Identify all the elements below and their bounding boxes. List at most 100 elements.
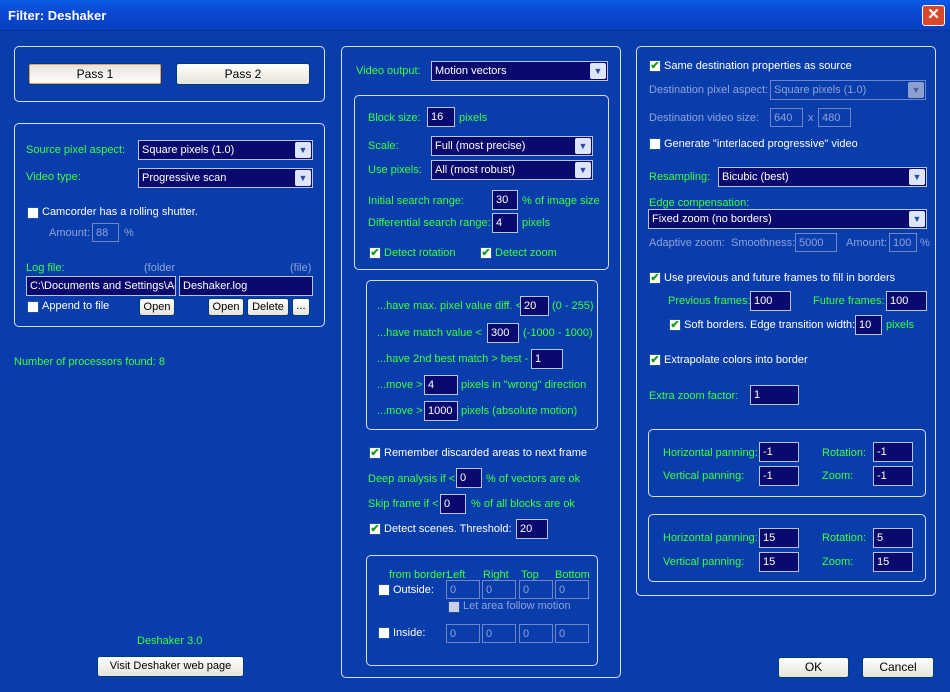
second-best-label: ...have 2nd best match > best - — [377, 353, 529, 365]
detect-scenes-checkbox[interactable]: ✔ — [369, 523, 381, 535]
max-pixel-input[interactable]: 20 — [520, 296, 549, 316]
detect-scenes-label: Detect scenes. Threshold: — [384, 523, 512, 535]
video-output-select[interactable]: Motion vectors ▼ — [431, 61, 608, 81]
source-pixel-aspect-select[interactable]: Square pixels (1.0) ▼ — [138, 140, 313, 160]
skip-prefix: Skip frame if < — [368, 498, 439, 510]
same-dest-label: Same destination properties as source — [664, 60, 852, 72]
edge-comp-select[interactable]: Fixed zoom (no borders) ▼ — [648, 209, 927, 229]
pass2-button[interactable]: Pass 2 — [176, 63, 310, 85]
log-folder-input[interactable]: C:\Documents and Settings\Ad — [26, 276, 176, 296]
version-text: Deshaker 3.0 — [137, 635, 203, 647]
v-pan-input-2[interactable]: 15 — [759, 552, 799, 572]
second-best-input[interactable]: 1 — [531, 349, 563, 369]
resampling-label: Resampling: — [649, 171, 711, 183]
move-wrong-input[interactable]: 4 — [424, 375, 458, 395]
remember-label: Remember discarded areas to next frame — [384, 447, 587, 459]
extra-zoom-label: Extra zoom factor: — [649, 390, 739, 402]
h-pan-input-1[interactable]: -1 — [759, 442, 799, 462]
block-size-input[interactable]: 16 — [427, 107, 455, 127]
resampling-select[interactable]: Bicubic (best) ▼ — [718, 167, 927, 187]
interlaced-checkbox[interactable] — [649, 138, 661, 150]
soft-borders-label: Soft borders. Edge transition width: — [684, 319, 856, 331]
v-pan-input-1[interactable]: -1 — [759, 466, 799, 486]
deep-input[interactable]: 0 — [456, 468, 482, 488]
dest-width-input[interactable]: 640 — [770, 108, 803, 127]
ok-button[interactable]: OK — [778, 657, 849, 678]
max-pixel-label: ...have max. pixel value diff. < — [377, 300, 523, 312]
use-pixels-select[interactable]: All (most robust) ▼ — [431, 160, 593, 180]
rotation-input-1[interactable]: -1 — [873, 442, 913, 462]
smoothness-input[interactable]: 5000 — [795, 233, 837, 252]
chevron-down-icon: ▼ — [909, 211, 925, 227]
smoothness-label: Smoothness: — [731, 237, 796, 249]
edge-comp-label: Edge compensation: — [649, 197, 750, 209]
outside-right-input[interactable]: 0 — [482, 580, 516, 599]
detect-rotation-checkbox[interactable]: ✔ — [369, 247, 381, 259]
cancel-button[interactable]: Cancel — [862, 657, 934, 678]
extrapolate-label: Extrapolate colors into border — [664, 354, 808, 366]
close-button[interactable]: ✕ — [922, 5, 945, 26]
detect-scenes-input[interactable]: 20 — [516, 519, 548, 539]
zoom-input-2[interactable]: 15 — [873, 552, 913, 572]
diff-search-input[interactable]: 4 — [492, 213, 518, 233]
let-follow-checkbox[interactable] — [448, 601, 460, 613]
visit-web-button[interactable]: Visit Deshaker web page — [97, 656, 244, 677]
scale-select[interactable]: Full (most precise) ▼ — [431, 136, 593, 156]
dest-height-input[interactable]: 480 — [818, 108, 851, 127]
let-follow-label: Let area follow motion — [463, 600, 571, 612]
inside-top-input[interactable]: 0 — [519, 624, 553, 643]
open-folder-button[interactable]: Open — [139, 298, 175, 316]
video-type-select[interactable]: Progressive scan ▼ — [138, 168, 313, 188]
outside-bottom-input[interactable]: 0 — [555, 580, 589, 599]
soft-borders-input[interactable]: 10 — [855, 315, 882, 335]
chevron-down-icon: ▼ — [590, 63, 606, 79]
outside-checkbox[interactable] — [378, 584, 390, 596]
adaptive-amount-unit: % — [920, 237, 930, 249]
previous-frames-label: Previous frames: — [668, 295, 751, 307]
zoom-input-1[interactable]: -1 — [873, 466, 913, 486]
h-pan-input-2[interactable]: 15 — [759, 528, 799, 548]
scale-value: Full (most precise) — [435, 140, 526, 152]
pass1-button[interactable]: Pass 1 — [28, 63, 162, 85]
smoothing-group-1 — [648, 429, 926, 497]
initial-search-input[interactable]: 30 — [492, 190, 518, 210]
same-dest-checkbox[interactable]: ✔ — [649, 60, 661, 72]
previous-frames-input[interactable]: 100 — [750, 291, 791, 311]
use-prev-future-checkbox[interactable]: ✔ — [649, 272, 661, 284]
soft-borders-checkbox[interactable]: ✔ — [669, 319, 681, 331]
from-border-label: from border: — [389, 569, 449, 581]
delete-button[interactable]: Delete — [247, 298, 289, 316]
browse-button[interactable]: ... — [292, 298, 310, 316]
future-frames-input[interactable]: 100 — [886, 291, 927, 311]
rotation-input-2[interactable]: 5 — [873, 528, 913, 548]
inside-bottom-input[interactable]: 0 — [555, 624, 589, 643]
remember-checkbox[interactable]: ✔ — [369, 447, 381, 459]
move-abs-input[interactable]: 1000 — [424, 401, 458, 421]
match-range: (-1000 - 1000) — [523, 327, 593, 339]
dest-aspect-select[interactable]: Square pixels (1.0) ▼ — [770, 80, 926, 100]
outside-top-input[interactable]: 0 — [519, 580, 553, 599]
extra-zoom-input[interactable]: 1 — [750, 385, 799, 405]
rolling-shutter-checkbox[interactable] — [27, 207, 39, 219]
v-pan-label-2: Vertical panning: — [663, 556, 745, 568]
match-label: ...have match value < — [377, 327, 482, 339]
amount-input[interactable]: 88 — [92, 223, 119, 242]
inside-checkbox[interactable] — [378, 627, 390, 639]
adaptive-amount-input[interactable]: 100 — [889, 233, 917, 252]
inside-label: Inside: — [393, 627, 426, 639]
edge-comp-value: Fixed zoom (no borders) — [652, 213, 772, 225]
deep-suffix: % of vectors are ok — [486, 473, 581, 485]
folder-label: (folder — [144, 262, 176, 274]
log-file-input[interactable]: Deshaker.log — [179, 276, 313, 296]
title-bar — [0, 0, 950, 31]
detect-zoom-checkbox[interactable]: ✔ — [480, 247, 492, 259]
skip-input[interactable]: 0 — [440, 494, 466, 514]
open-file-button[interactable]: Open — [208, 298, 244, 316]
outside-left-input[interactable]: 0 — [446, 580, 480, 599]
append-checkbox[interactable] — [27, 301, 39, 313]
initial-search-unit: % of image size — [522, 195, 600, 207]
match-input[interactable]: 300 — [487, 323, 519, 343]
inside-right-input[interactable]: 0 — [482, 624, 516, 643]
extrapolate-checkbox[interactable]: ✔ — [649, 354, 661, 366]
inside-left-input[interactable]: 0 — [446, 624, 480, 643]
